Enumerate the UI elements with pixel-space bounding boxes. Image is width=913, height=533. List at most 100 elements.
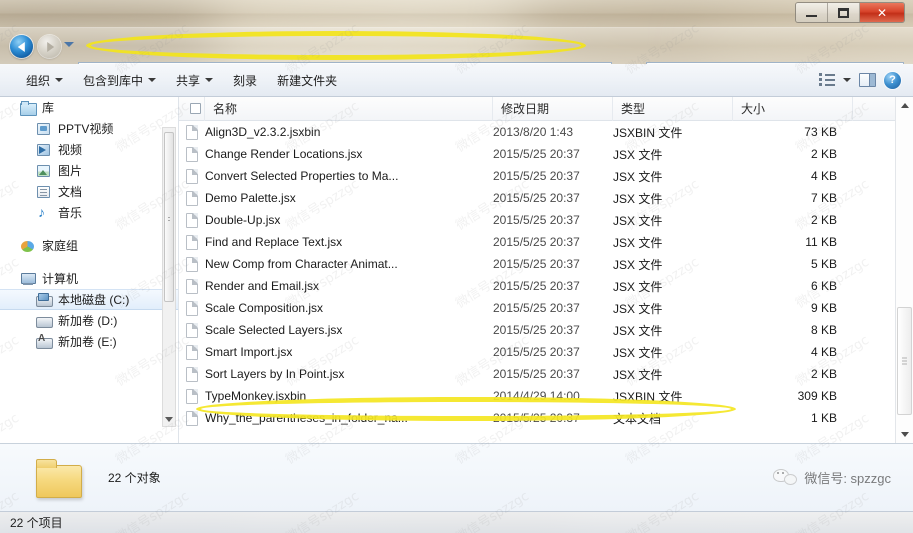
- sidebar-item-volume-d[interactable]: 新加卷 (D:): [0, 310, 178, 331]
- column-headers: 名称 修改日期 类型 大小: [179, 96, 896, 121]
- minimize-button[interactable]: [796, 3, 828, 22]
- maximize-button[interactable]: [828, 3, 860, 22]
- column-header-name[interactable]: 名称: [205, 96, 493, 121]
- file-type-cell: JSX 文件: [613, 279, 663, 294]
- sidebar-item-volume-e[interactable]: 新加卷 (E:): [0, 331, 178, 352]
- drive-d-icon: [36, 314, 53, 328]
- file-icon: [179, 300, 205, 316]
- scrollbar-thumb[interactable]: [164, 132, 174, 302]
- file-icon: [179, 124, 205, 140]
- sidebar-item-label: 文档: [58, 185, 83, 199]
- table-row[interactable]: Why_the_parentheses_in_folder_na... 2015/…: [179, 407, 896, 429]
- sidebar-item-music[interactable]: 音乐: [0, 202, 178, 223]
- file-size-cell: 9 KB: [810, 301, 837, 315]
- date-modified-cell: 2013/8/20 1:43: [493, 125, 574, 139]
- change-view-icon[interactable]: [819, 73, 835, 87]
- column-header-date-modified[interactable]: 修改日期: [493, 96, 613, 121]
- file-size-cell: 1 KB: [810, 411, 837, 425]
- preview-pane-icon[interactable]: [859, 73, 876, 87]
- column-header-size[interactable]: 大小: [733, 96, 853, 121]
- date-modified-cell: 2015/5/25 20:37: [493, 301, 580, 315]
- file-size-cell: 5 KB: [810, 257, 837, 271]
- file-type-cell: JSXBIN 文件: [613, 389, 683, 404]
- help-icon[interactable]: ?: [884, 71, 901, 89]
- file-name-cell: Why_the_parentheses_in_folder_na...: [205, 411, 408, 425]
- table-row[interactable]: Change Render Locations.jsx 2015/5/25 20:…: [179, 143, 896, 165]
- sidebar-item-label: 家庭组: [42, 239, 79, 253]
- file-name-cell: Align3D_v2.3.2.jsxbin: [205, 125, 321, 139]
- include-in-library-button[interactable]: 包含到库中: [73, 68, 166, 93]
- scrollbar-thumb[interactable]: [897, 307, 912, 415]
- wechat-logo-icon: [773, 468, 798, 488]
- sidebar-item-label: 计算机: [42, 272, 79, 286]
- checkbox-icon[interactable]: [190, 103, 201, 114]
- new-folder-button[interactable]: 新建文件夹: [267, 68, 347, 93]
- status-bar: 22 个项目: [0, 511, 913, 533]
- sidebar-item-local-disk-c[interactable]: 本地磁盘 (C:): [0, 289, 178, 310]
- file-name-cell: Double-Up.jsx: [205, 213, 281, 227]
- date-modified-cell: 2014/4/29 14:00: [493, 389, 580, 403]
- table-row[interactable]: Render and Email.jsx 2015/5/25 20:37 JSX 文…: [179, 275, 896, 297]
- table-row[interactable]: Convert Selected Properties to Ma... 2015…: [179, 165, 896, 187]
- file-size-cell: 6 KB: [810, 279, 837, 293]
- sidebar-item-documents[interactable]: 文档: [0, 181, 178, 202]
- file-icon: [179, 366, 205, 382]
- address-bar-row: ⁚ Adobe After Effects CC 2015 ▶ Support …: [0, 28, 913, 86]
- file-icon: [179, 212, 205, 228]
- explorer-window: ✕ ⁚ Adobe After Effects CC 2015 ▶ Suppor…: [0, 0, 913, 533]
- sidebar-item-pictures[interactable]: 图片: [0, 160, 178, 181]
- file-list-pane: 名称 修改日期 类型 大小 Align3D_v2.3.2.jsxbin 2013/…: [178, 96, 913, 443]
- organize-button[interactable]: 组织: [16, 68, 73, 93]
- documents-icon: [36, 185, 52, 199]
- table-row[interactable]: Scale Composition.jsx 2015/5/25 20:37 JSX …: [179, 297, 896, 319]
- table-row[interactable]: Find and Replace Text.jsx 2015/5/25 20:37…: [179, 231, 896, 253]
- file-size-cell: 4 KB: [810, 345, 837, 359]
- file-name-cell: Smart Import.jsx: [205, 345, 293, 359]
- file-icon: [179, 388, 205, 404]
- table-row[interactable]: Sort Layers by In Point.jsx 2015/5/25 20:…: [179, 363, 896, 385]
- organize-label: 组织: [26, 73, 51, 88]
- file-size-cell: 2 KB: [810, 213, 837, 227]
- sidebar-item-pptv-video[interactable]: PPTV视频: [0, 118, 178, 139]
- history-dropdown-icon[interactable]: [64, 42, 74, 47]
- file-size-cell: 309 KB: [797, 389, 837, 403]
- table-row[interactable]: Align3D_v2.3.2.jsxbin 2013/8/20 1:43 JSXBI…: [179, 121, 896, 143]
- table-row[interactable]: New Comp from Character Animat... 2015/5/…: [179, 253, 896, 275]
- sidebar-item-label: 新加卷 (D:): [58, 314, 118, 328]
- back-button[interactable]: [10, 35, 33, 58]
- date-modified-cell: 2015/5/25 20:37: [493, 147, 580, 161]
- sidebar-item-computer[interactable]: 计算机: [0, 268, 178, 289]
- sidebar-item-label: 本地磁盘 (C:): [58, 293, 130, 307]
- sidebar-item-homegroup[interactable]: 家庭组: [0, 235, 178, 256]
- navigation-pane-scrollbar[interactable]: [162, 127, 176, 427]
- table-row[interactable]: Demo Palette.jsx 2015/5/25 20:37 JSX 文件 7 K…: [179, 187, 896, 209]
- toolbar-right-group: ?: [819, 71, 913, 89]
- table-row[interactable]: Scale Selected Layers.jsx 2015/5/25 20:37…: [179, 319, 896, 341]
- library-icon: [20, 100, 37, 116]
- share-with-button[interactable]: 共享: [166, 68, 223, 93]
- scroll-up-button[interactable]: [896, 97, 913, 114]
- date-modified-cell: 2015/5/25 20:37: [493, 213, 580, 227]
- column-header-type[interactable]: 类型: [613, 96, 733, 121]
- scroll-down-button[interactable]: [163, 413, 175, 426]
- column-header-spare[interactable]: [853, 96, 896, 121]
- forward-button[interactable]: [38, 35, 61, 58]
- chevron-down-icon[interactable]: [843, 78, 851, 82]
- select-all-checkbox[interactable]: [179, 96, 205, 121]
- sidebar-item-label: PPTV视频: [58, 122, 114, 136]
- details-pane: 22 个对象 微信号: spzzgc: [0, 443, 913, 511]
- scroll-down-button[interactable]: [896, 426, 913, 443]
- file-name-cell: Convert Selected Properties to Ma...: [205, 169, 399, 183]
- file-icon: [179, 322, 205, 338]
- file-icon: [179, 146, 205, 162]
- burn-button[interactable]: 刻录: [223, 68, 267, 93]
- sidebar-item-libraries[interactable]: 库: [0, 97, 178, 118]
- table-row[interactable]: Double-Up.jsx 2015/5/25 20:37 JSX 文件 2 KB: [179, 209, 896, 231]
- table-row[interactable]: Smart Import.jsx 2015/5/25 20:37 JSX 文件 4 K…: [179, 341, 896, 363]
- sidebar-item-video[interactable]: 视频: [0, 139, 178, 160]
- table-row[interactable]: TypeMonkey.jsxbin 2014/4/29 14:00 JSXBIN 文…: [179, 385, 896, 407]
- close-button[interactable]: ✕: [860, 3, 904, 22]
- file-list-scrollbar[interactable]: [895, 97, 913, 443]
